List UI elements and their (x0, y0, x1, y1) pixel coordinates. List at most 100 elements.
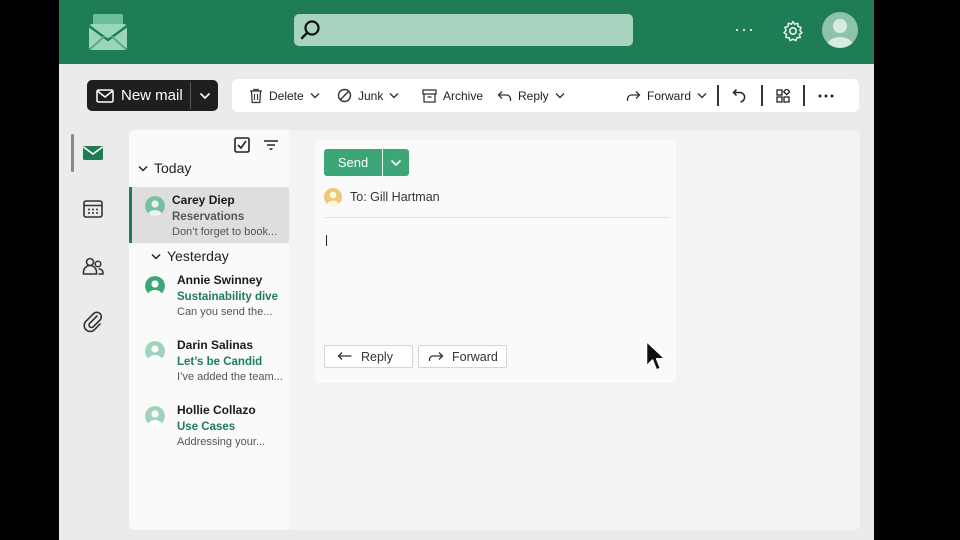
send-main[interactable]: Send (324, 149, 382, 176)
search-box[interactable] (294, 14, 633, 46)
person-icon (145, 341, 165, 361)
message-list: Today Carey Diep Reservations Don’t forg… (129, 130, 289, 530)
delete-label: Delete (269, 88, 304, 103)
toolbar-separator (803, 85, 805, 106)
group-label: Yesterday (167, 248, 229, 264)
reply-button[interactable]: Reply (497, 79, 565, 112)
undo-button[interactable] (732, 79, 747, 112)
filter-icon[interactable] (262, 136, 280, 154)
forward-label: Forward (647, 88, 692, 103)
new-mail-main[interactable]: New mail (87, 80, 190, 111)
chevron-down-icon (555, 93, 565, 99)
group-header-yesterday[interactable]: Yesterday (151, 248, 229, 264)
forward-compose-button[interactable]: Forward (418, 345, 507, 368)
chevron-down-icon (389, 93, 399, 99)
sender-avatar (145, 406, 165, 426)
command-toolbar: Delete Junk Archive Reply Forward (232, 79, 859, 112)
more-actions-button[interactable] (818, 79, 834, 112)
undo-icon (732, 88, 746, 103)
person-icon (145, 406, 165, 426)
subject: Let’s be Candid (177, 356, 263, 368)
toolbar-separator (717, 85, 719, 106)
sender-avatar (145, 276, 165, 296)
archive-button[interactable]: Archive (422, 79, 483, 112)
list-item[interactable]: Carey Diep Reservations Don’t forget to … (129, 187, 289, 243)
forward-compose-label: Forward (452, 349, 498, 364)
group-label: Today (154, 160, 192, 176)
chevron-down-icon (310, 93, 320, 99)
send-options-dropdown[interactable] (383, 149, 409, 176)
new-mail-button[interactable]: New mail (87, 80, 218, 111)
preview: Addressing your... (177, 436, 266, 448)
mail-app-logo-icon[interactable] (89, 12, 127, 50)
forward-icon (428, 351, 444, 361)
people-icon[interactable] (81, 254, 105, 278)
person-icon (327, 191, 339, 206)
forward-button[interactable]: Forward (626, 79, 707, 112)
reading-pane: Send To: Gill Hartman Reply Forward (289, 130, 860, 530)
archive-icon (422, 88, 437, 103)
top-bar: ··· (59, 0, 874, 64)
recipient-row[interactable]: To: Gill Hartman (324, 188, 440, 206)
search-icon (300, 20, 320, 40)
subject: Reservations (172, 211, 245, 223)
select-all-checkbox-icon[interactable] (233, 136, 251, 154)
new-mail-dropdown[interactable] (192, 80, 218, 111)
chevron-down-icon (151, 253, 161, 260)
toolbar-separator (761, 85, 763, 106)
send-button[interactable]: Send (324, 149, 409, 176)
delete-button[interactable]: Delete (249, 79, 320, 112)
list-item[interactable]: Annie Swinney Sustainability dive Can yo… (129, 267, 289, 323)
gear-icon[interactable] (781, 19, 805, 43)
reply-compose-button[interactable]: Reply (324, 345, 413, 368)
trash-icon (250, 88, 262, 103)
reply-icon (337, 351, 352, 360)
list-item[interactable]: Hollie Collazo Use Cases Addressing your… (129, 397, 289, 453)
forward-icon (626, 90, 641, 101)
sender-name: Carey Diep (172, 193, 235, 207)
recipient-avatar (324, 188, 342, 206)
sender-name: Darin Salinas (177, 338, 254, 352)
sender-name: Hollie Collazo (177, 403, 256, 417)
compose-divider (324, 217, 669, 218)
new-mail-label: New mail (121, 87, 183, 104)
preview: Can you send the... (177, 306, 273, 318)
preview: I’ve added the team... (177, 371, 283, 383)
grid-apps-icon (776, 88, 790, 103)
new-mail-divider (190, 82, 191, 109)
text-caret[interactable] (326, 235, 327, 246)
reply-compose-label: Reply (361, 349, 393, 364)
sender-avatar (145, 341, 165, 361)
apps-button[interactable] (776, 79, 790, 112)
chevron-down-icon (138, 165, 148, 172)
rail-active-indicator (71, 134, 74, 172)
subject: Sustainability dive (177, 291, 278, 303)
chevron-down-icon (390, 159, 402, 166)
person-icon (827, 19, 853, 48)
person-icon (145, 196, 165, 216)
chevron-down-icon (199, 92, 211, 99)
group-header-today[interactable]: Today (138, 160, 191, 176)
mail-icon[interactable] (81, 141, 105, 165)
mail-app-window: ··· New mail Delete Junk Archive Reply F… (59, 0, 874, 540)
compose-card: Send To: Gill Hartman Reply Forward (315, 140, 676, 383)
calendar-icon[interactable] (81, 197, 105, 221)
reply-label: Reply (518, 88, 549, 103)
reply-icon (497, 90, 512, 101)
mouse-pointer-icon (645, 340, 666, 371)
junk-button[interactable]: Junk (337, 79, 399, 112)
junk-label: Junk (358, 88, 384, 103)
envelope-icon (96, 88, 114, 103)
more-options-icon[interactable]: ··· (734, 19, 755, 40)
list-item[interactable]: Darin Salinas Let’s be Candid I’ve added… (129, 332, 289, 388)
user-avatar[interactable] (822, 12, 858, 48)
preview: Don’t forget to book... (172, 226, 278, 238)
subject: Use Cases (177, 421, 236, 433)
block-icon (337, 88, 352, 103)
sender-avatar (145, 196, 165, 216)
attachment-icon[interactable] (81, 310, 105, 334)
person-icon (145, 276, 165, 296)
archive-label: Archive (443, 88, 484, 103)
more-dots-icon (818, 94, 834, 97)
chevron-down-icon (697, 93, 707, 99)
